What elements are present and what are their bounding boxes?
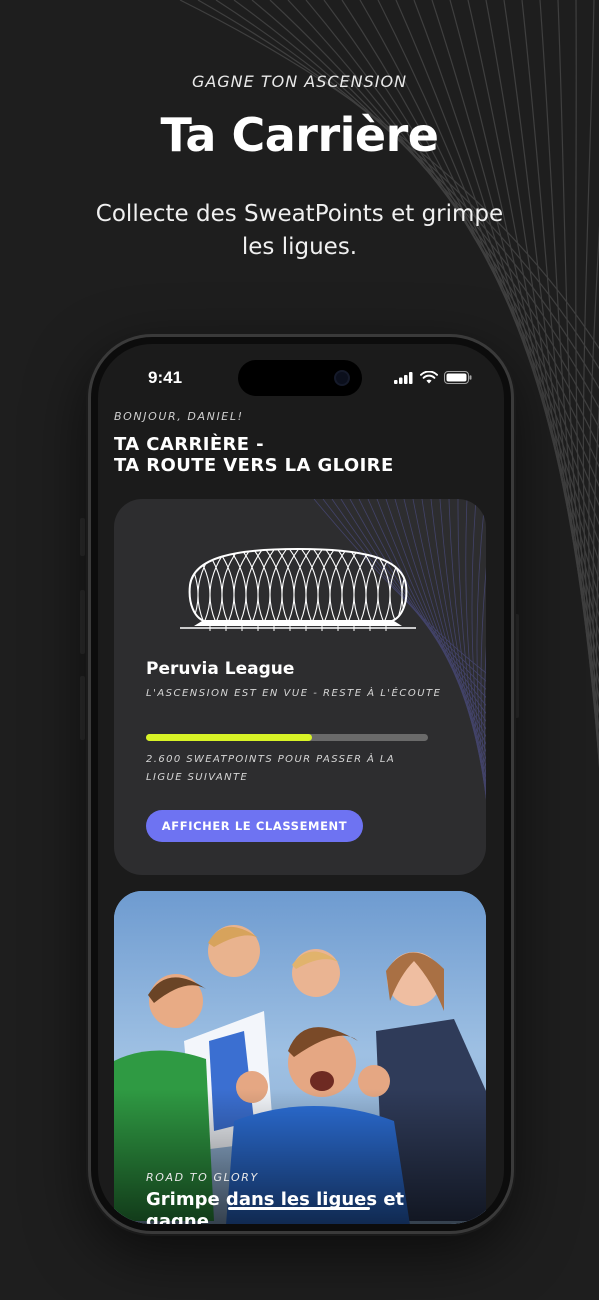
wifi-icon — [420, 371, 438, 384]
league-progress-bar — [146, 734, 428, 741]
power-button — [514, 614, 519, 718]
league-tagline: L'ASCENSION EST EN VUE - RESTE À L'ÉCOUT… — [146, 688, 442, 699]
camera-icon — [334, 370, 350, 386]
phone-screen: 9:41 BONJOUR, DANIEL! TA CARRIÈRE - TA R… — [98, 344, 504, 1224]
cellular-signal-icon — [394, 371, 413, 384]
volume-down-button — [80, 676, 85, 740]
hero-title: Ta Carrière — [160, 108, 439, 162]
show-standings-button[interactable]: AFFICHER LE CLASSEMENT — [146, 810, 363, 842]
hero-kicker: GAGNE TON ASCENSION — [191, 72, 408, 91]
progress-text: 2.600 SWEATPOINTS POUR PASSER À LA LIGUE… — [146, 754, 396, 783]
road-to-glory-card[interactable]: ROAD TO GLORY Grimpe dans les ligues et … — [114, 891, 486, 1224]
dynamic-island — [238, 360, 362, 396]
hero-subtitle: Collecte des SweatPoints et grimpe les l… — [95, 201, 504, 260]
status-time: 9:41 — [148, 368, 183, 387]
action-button — [80, 518, 85, 556]
stadium-icon — [180, 547, 416, 631]
status-icons — [394, 371, 472, 384]
photo-title-underline — [228, 1207, 370, 1210]
page-title: TA CARRIÈRE - TA ROUTE VERS LA GLOIRE — [114, 434, 474, 476]
page-title-line-1: TA CARRIÈRE - — [114, 434, 265, 455]
league-progress-fill — [146, 734, 313, 741]
page-title-line-2: TA ROUTE VERS LA GLOIRE — [114, 455, 394, 476]
league-card[interactable]: Peruvia League L'ASCENSION EST EN VUE - … — [114, 499, 486, 875]
league-name: Peruvia League — [146, 659, 295, 679]
photo-card-kicker: ROAD TO GLORY — [146, 1171, 259, 1184]
volume-up-button — [80, 590, 85, 654]
battery-icon — [444, 371, 472, 384]
greeting: BONJOUR, DANIEL! — [114, 410, 244, 423]
